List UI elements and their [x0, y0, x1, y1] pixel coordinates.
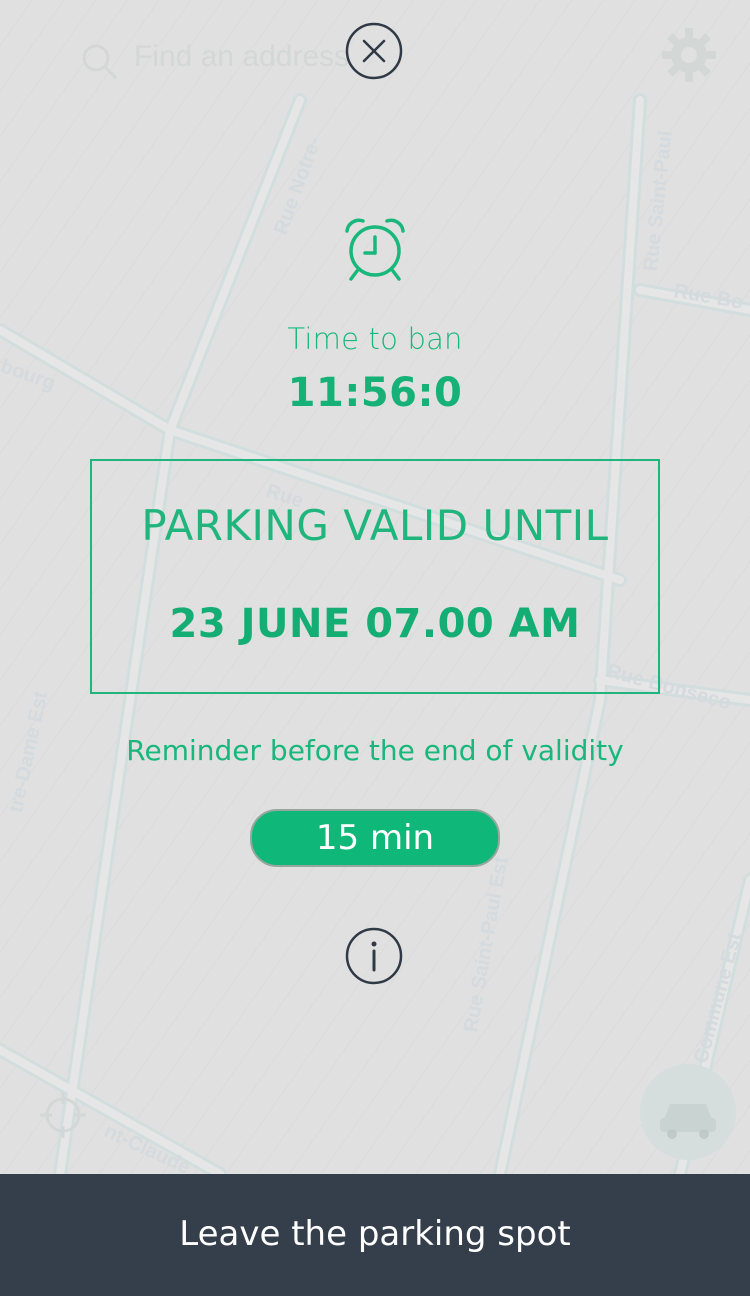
- time-to-ban-value: 11:56:0: [287, 370, 463, 416]
- leave-parking-label: Leave the parking spot: [179, 1214, 571, 1254]
- car-icon: [660, 1104, 716, 1139]
- reminder-selector[interactable]: 15 min: [250, 809, 500, 867]
- car-button: [640, 1064, 736, 1160]
- info-icon[interactable]: [345, 927, 403, 985]
- parking-valid-date: 23 JUNE 07.00 AM: [169, 601, 581, 647]
- alarm-clock-icon: [345, 218, 405, 281]
- gear-icon: [662, 28, 716, 82]
- search-icon: [82, 44, 118, 80]
- close-icon[interactable]: [345, 22, 403, 80]
- parking-validity-box: PARKING VALID UNTIL 23 JUNE 07.00 AM: [90, 459, 660, 694]
- crosshair-icon: [40, 1092, 86, 1138]
- reminder-label: Reminder before the end of validity: [126, 734, 624, 767]
- screen: Rue Notre- Rue Saint-Paul Rue Bo bourg R…: [0, 0, 750, 1296]
- leave-parking-button[interactable]: Leave the parking spot: [0, 1174, 750, 1296]
- time-to-ban-label: Time to ban: [287, 322, 463, 356]
- search-placeholder: Find an address: [134, 40, 350, 73]
- parking-valid-title: PARKING VALID UNTIL: [141, 501, 609, 550]
